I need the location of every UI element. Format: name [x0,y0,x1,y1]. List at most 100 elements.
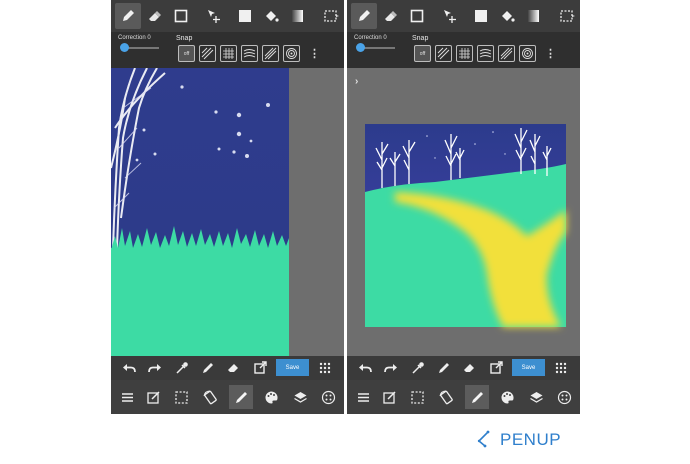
artwork-zoomed [111,68,344,356]
snap-perspective-button[interactable] [262,45,279,62]
selection-tool-button[interactable] [318,3,344,29]
drawing-canvas[interactable] [111,68,344,356]
grid-button[interactable] [552,359,570,377]
correction-slider-handle[interactable] [120,43,129,52]
gradient-button[interactable] [284,3,310,29]
snap-curve-button[interactable] [241,45,258,62]
menu-button[interactable] [351,385,375,409]
gradient-button[interactable] [520,3,546,29]
top-toolbar [111,0,344,32]
layers-button[interactable] [288,385,312,409]
snap-curve-button[interactable] [477,45,494,62]
redo-icon [384,364,397,373]
bottom-navigation [347,380,580,414]
brush-settings-icon [557,390,571,404]
move-tool-button[interactable] [201,3,227,29]
fill-color-button[interactable] [468,3,494,29]
snap-perspective-button[interactable] [498,45,515,62]
snap-parallel-icon [201,47,214,60]
snap-parallel-icon [437,47,450,60]
edit-button[interactable] [377,385,401,409]
right-phone-screen: Correction 0 Snap off ⋮ › Save [347,0,580,414]
rotate-button[interactable] [198,385,222,409]
snap-concentric-button[interactable] [283,45,300,62]
undo-icon [123,364,136,373]
redo-icon [148,364,161,373]
bottom-navigation [111,380,344,414]
brush-icon [471,391,483,403]
eyedropper-button[interactable] [409,359,427,377]
edit-button[interactable] [141,385,165,409]
layers-button[interactable] [524,385,548,409]
rotate-button[interactable] [434,385,458,409]
redo-button[interactable] [382,359,400,377]
chevron-right-icon[interactable]: › [355,76,358,87]
grid-icon [319,362,331,374]
rectangle-icon [410,9,424,23]
palette-icon [501,391,514,403]
pencil-tool-button[interactable] [351,3,377,29]
eyedropper-button[interactable] [173,359,191,377]
snap-grid-button[interactable] [220,45,237,62]
pen-icon [439,363,449,373]
pen-button[interactable] [199,359,217,377]
pencil-icon [123,10,134,21]
snap-label: Snap [412,35,429,42]
drawing-canvas[interactable]: › [347,68,580,356]
menu-button[interactable] [115,385,139,409]
selection-icon [324,10,339,22]
paint-bucket-button[interactable] [258,3,284,29]
selection-button[interactable] [405,385,429,409]
layers-icon [293,391,307,403]
more-options-icon[interactable]: ⋮ [545,47,556,61]
gradient-icon [527,10,539,22]
export-button[interactable] [251,359,269,377]
save-button[interactable]: Save [512,359,545,376]
snap-parallel-button[interactable] [435,45,452,62]
move-tool-button[interactable] [437,3,463,29]
edit-icon [382,390,396,404]
eraser-button[interactable] [461,359,479,377]
pen-button[interactable] [435,359,453,377]
snap-grid-button[interactable] [456,45,473,62]
pen-icon [203,363,213,373]
snap-grid-icon [459,48,470,59]
grid-button[interactable] [316,359,334,377]
pencil-icon [359,10,370,21]
snap-concentric-icon [286,48,297,59]
paint-bucket-button[interactable] [494,3,520,29]
brush-button[interactable] [465,385,489,409]
layers-icon [529,391,543,403]
palette-button[interactable] [495,385,519,409]
brush-settings-icon [321,390,335,404]
snap-off-button[interactable]: off [414,45,431,62]
export-icon [254,361,267,374]
eraser-tool-button[interactable] [142,3,168,29]
correction-slider-handle[interactable] [356,43,365,52]
export-button[interactable] [487,359,505,377]
undo-button[interactable] [356,359,374,377]
brush-button[interactable] [229,385,253,409]
snap-concentric-button[interactable] [519,45,536,62]
menu-icon [121,392,133,402]
redo-button[interactable] [146,359,164,377]
fill-color-button[interactable] [232,3,258,29]
penup-logo-icon [477,430,490,448]
move-icon [444,10,456,23]
brush-settings-button[interactable] [316,385,340,409]
save-button[interactable]: Save [276,359,309,376]
shape-tool-button[interactable] [404,3,430,29]
eraser-button[interactable] [225,359,243,377]
palette-button[interactable] [259,385,283,409]
snap-parallel-button[interactable] [199,45,216,62]
eraser-tool-button[interactable] [378,3,404,29]
more-options-icon[interactable]: ⋮ [309,47,320,61]
selection-tool-button[interactable] [554,3,580,29]
undo-button[interactable] [120,359,138,377]
snap-off-button[interactable]: off [178,45,195,62]
selection-button[interactable] [169,385,193,409]
brush-settings-button[interactable] [552,385,576,409]
pencil-tool-button[interactable] [115,3,141,29]
shape-tool-button[interactable] [168,3,194,29]
snap-perspective-icon [500,47,513,60]
